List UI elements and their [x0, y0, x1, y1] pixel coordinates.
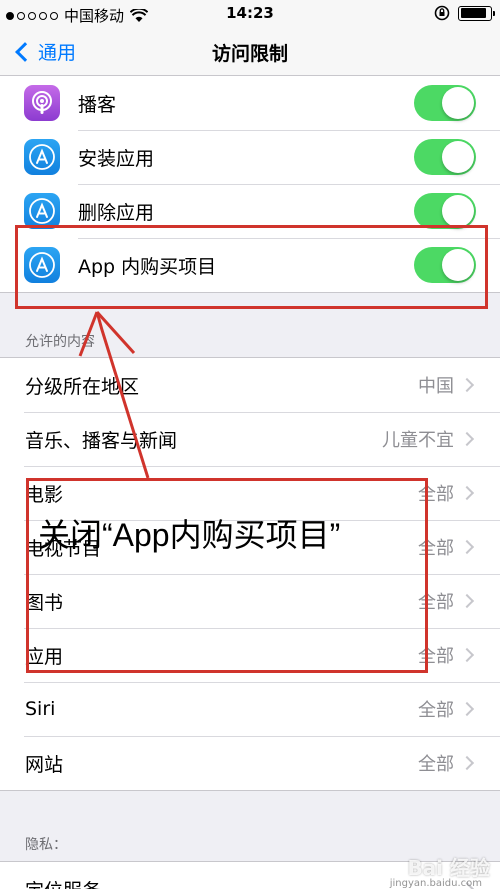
annotation-arrow: [78, 310, 150, 479]
annotation-caption: 关闭“App内购买项目”: [38, 517, 341, 553]
watermark-url: jingyan.baidu.com: [389, 878, 482, 889]
watermark-logo: Bai 经验: [407, 856, 490, 880]
